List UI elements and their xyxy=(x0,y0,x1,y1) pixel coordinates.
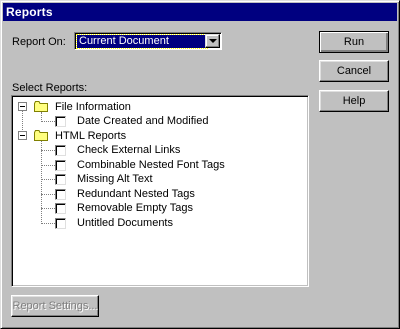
report-checkbox[interactable] xyxy=(55,174,66,185)
select-reports-label: Select Reports: xyxy=(12,82,88,94)
tree-connector xyxy=(41,208,55,209)
report-on-label: Report On: xyxy=(12,36,66,48)
report-checkbox[interactable] xyxy=(55,145,66,156)
tree-connector xyxy=(41,179,55,180)
report-checkbox[interactable] xyxy=(55,189,66,200)
report-on-dropdown[interactable]: Current Document xyxy=(74,32,222,50)
tree-item-label: Removable Empty Tags xyxy=(77,202,193,214)
collapse-icon[interactable] xyxy=(18,102,27,111)
tree-item-label: Check External Links xyxy=(77,144,181,156)
tree-item-label: Missing Alt Text xyxy=(77,173,153,185)
tree-group-label: File Information xyxy=(55,101,131,113)
run-button[interactable]: Run xyxy=(319,31,389,53)
tree-connector xyxy=(41,150,55,151)
tree-item-label: Untitled Documents xyxy=(77,217,173,229)
tree-item-label: Redundant Nested Tags xyxy=(77,188,195,200)
report-checkbox[interactable] xyxy=(55,160,66,171)
tree-connector xyxy=(41,121,55,122)
report-settings-button[interactable]: Report Settings... xyxy=(11,295,99,317)
reports-tree[interactable]: File Information Date Created and Modifi… xyxy=(11,95,309,287)
window-title: Reports xyxy=(6,5,53,19)
tree-item-label: Combinable Nested Font Tags xyxy=(77,159,225,171)
folder-icon xyxy=(34,101,48,112)
report-checkbox[interactable] xyxy=(55,203,66,214)
chevron-down-icon[interactable] xyxy=(205,34,220,48)
cancel-button[interactable]: Cancel xyxy=(319,60,389,82)
reports-dialog: Reports Report On: Current Document Run … xyxy=(0,0,400,329)
tree-item-label: Date Created and Modified xyxy=(77,115,209,127)
report-on-value: Current Document xyxy=(76,34,208,49)
tree-connector xyxy=(41,223,55,224)
report-checkbox[interactable] xyxy=(55,218,66,229)
tree-connector xyxy=(41,165,55,166)
report-checkbox[interactable] xyxy=(55,116,66,127)
title-bar[interactable]: Reports xyxy=(3,3,397,21)
folder-icon xyxy=(34,130,48,141)
tree-connector xyxy=(41,141,42,224)
tree-group-label: HTML Reports xyxy=(55,130,127,142)
tree-connector xyxy=(41,194,55,195)
help-button[interactable]: Help xyxy=(319,90,389,112)
collapse-icon[interactable] xyxy=(18,131,27,140)
